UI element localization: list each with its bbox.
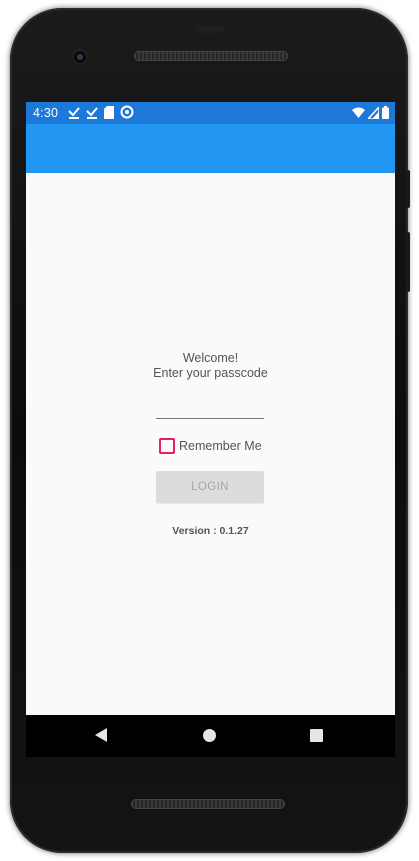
back-icon[interactable]	[95, 728, 107, 742]
top-speaker	[134, 51, 288, 61]
remember-me-toggle[interactable]: Remember Me	[159, 438, 262, 454]
login-form: Remember Me LOGIN Version : 0.1.27	[26, 102, 395, 715]
login-button[interactable]: LOGIN	[156, 471, 264, 503]
volume-button	[406, 170, 410, 208]
front-camera	[72, 49, 88, 65]
passcode-input[interactable]	[156, 398, 264, 419]
power-button	[406, 232, 410, 292]
remember-me-checkbox[interactable]	[159, 438, 175, 454]
navigation-bar	[26, 715, 395, 757]
version-label: Version : 0.1.27	[172, 525, 249, 537]
bottom-speaker	[131, 799, 285, 809]
home-icon[interactable]	[203, 729, 216, 742]
proximity-sensor	[196, 26, 224, 33]
remember-me-label: Remember Me	[179, 439, 262, 453]
recents-icon[interactable]	[310, 729, 323, 742]
